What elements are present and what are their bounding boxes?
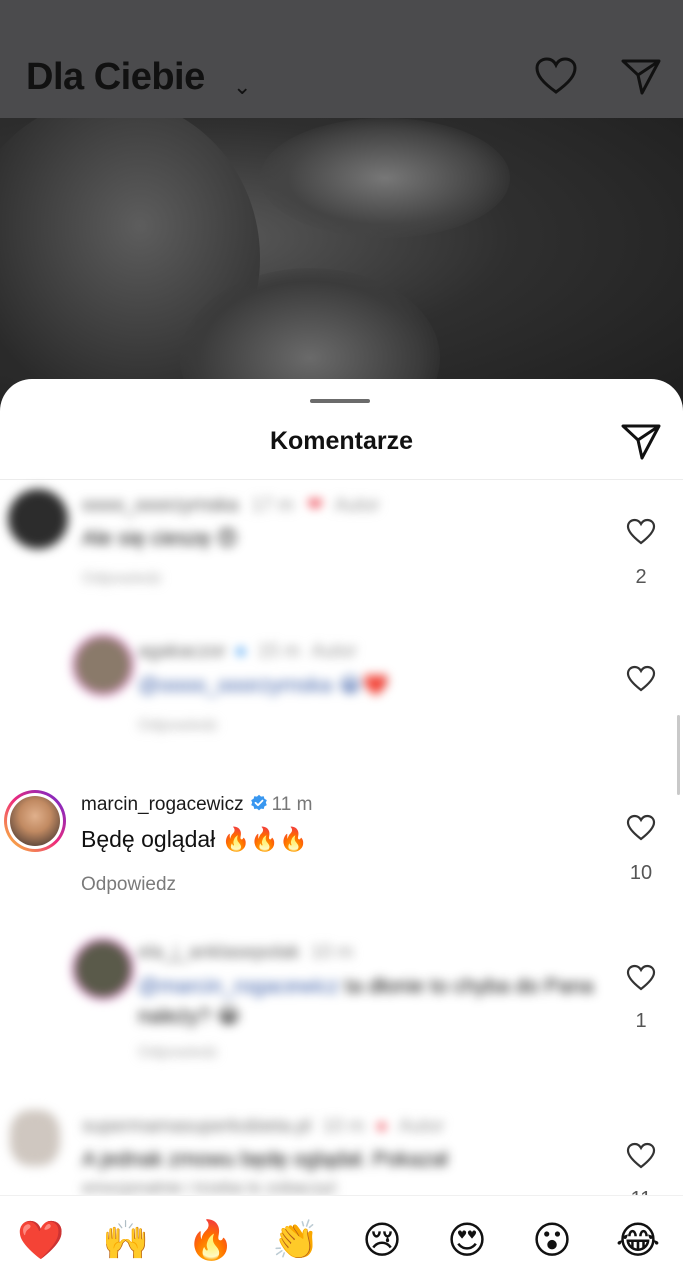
comment-time: 17 m (251, 495, 294, 516)
comment-username[interactable]: supermamasuperkobieta.pl (82, 1116, 311, 1137)
author-heart-icon: ● (376, 1116, 388, 1137)
emoji-raising-hands-button[interactable]: 🙌 (96, 1220, 156, 1260)
scrollbar[interactable] (677, 715, 680, 795)
comment-text: Ale się cieszę 😍 (82, 527, 239, 550)
author-tag: Autor (398, 1116, 445, 1137)
comment-time: 10 m (322, 1116, 365, 1137)
heart-icon[interactable] (626, 964, 656, 992)
emoji-crying-button[interactable]: 😢 (352, 1220, 412, 1260)
comment-mention[interactable]: @marcin_rogacewicz (138, 975, 339, 998)
emoji-surprised-button[interactable]: 😮 (522, 1220, 582, 1260)
reply-button[interactable]: Odpowiedz (81, 874, 176, 896)
comment-item: oooo_ooorzyrnska 17 m ❤ Autor Ale się ci… (0, 484, 683, 594)
heart-icon[interactable] (626, 518, 656, 546)
emoji-laughing-button[interactable]: 😂 (608, 1220, 668, 1260)
emoji-reaction-bar: ❤️ 🙌 🔥 👏 😢 😍 😮 😂 (0, 1195, 683, 1280)
sheet-drag-handle[interactable] (310, 399, 370, 403)
feed-header: Dla Ciebie ⌄ (0, 0, 683, 118)
reply-button[interactable]: Odpowiedz (82, 570, 162, 588)
post-image (0, 118, 683, 418)
author-tag: Autor (311, 641, 357, 662)
send-icon[interactable] (620, 56, 662, 96)
emoji-heart-eyes-button[interactable]: 😍 (437, 1220, 497, 1260)
like-count: 10 (629, 862, 653, 884)
verified-badge-icon (250, 794, 267, 811)
comment-username[interactable]: oooo_ooorzyrnska (82, 495, 238, 516)
avatar[interactable] (72, 634, 134, 696)
comment-time: 15 m (257, 641, 300, 662)
comment-text: A jednak zmowu będę oglądał. Pokazał (82, 1148, 448, 1171)
heart-icon[interactable] (626, 814, 656, 842)
heart-icon[interactable] (626, 1142, 656, 1170)
author-tag: Autor (334, 495, 380, 516)
author-heart-icon: ❤ (307, 495, 324, 516)
feed-title[interactable]: Dla Ciebie (26, 56, 205, 99)
avatar[interactable] (8, 489, 68, 549)
comment-username[interactable]: marcin_rogacewicz (81, 794, 244, 815)
heart-icon[interactable] (534, 56, 578, 96)
verified-badge-icon: ● (234, 641, 247, 662)
reply-button[interactable]: Odpowiedz (138, 717, 218, 735)
comment-text: @oooo_ooorzyrnska 😭❤️ (138, 674, 389, 697)
comment-item: supermamasuperkobieta.pl 10 m ● Autor A … (0, 1104, 683, 1210)
comment-username[interactable]: agakaczor (138, 641, 226, 662)
comment-time: 11 m (271, 794, 313, 815)
chevron-down-icon[interactable]: ⌄ (233, 74, 251, 100)
emoji-fire-button[interactable]: 🔥 (181, 1220, 241, 1260)
avatar[interactable] (4, 790, 66, 852)
comment-text: Będę oglądał 🔥🔥🔥 (81, 826, 308, 852)
sheet-title: Komentarze (269, 427, 414, 455)
avatar[interactable] (72, 938, 134, 1000)
like-count: 1 (635, 1010, 647, 1032)
emoji-clapping-button[interactable]: 👏 (266, 1220, 326, 1260)
like-count: 2 (635, 566, 647, 588)
reply-button[interactable]: Odpowiedz (138, 1044, 218, 1062)
comment-item: agakaczor ● 15 m Autor @oooo_ooorzyrnska… (0, 629, 683, 739)
heart-icon[interactable] (626, 665, 656, 693)
comment-username[interactable]: ela_j_anklasepolak (138, 942, 300, 963)
emoji-heart-button[interactable]: ❤️ (11, 1220, 71, 1260)
comment-text: @marcin_rogacewicz ta dłonie to chyba do… (138, 972, 608, 1032)
avatar[interactable] (10, 1110, 60, 1166)
send-icon[interactable] (620, 421, 662, 461)
divider (0, 479, 683, 480)
comments-sheet: Komentarze oooo_ooorzyrnska 17 m ❤ Autor… (0, 379, 683, 1279)
comment-item-focused: marcin_rogacewicz 11 m Będę oglądał 🔥🔥🔥 … (0, 784, 683, 904)
comment-item: ela_j_anklasepolak 10 m @marcin_rogacewi… (0, 934, 683, 1074)
comment-time: 10 m (310, 942, 354, 963)
